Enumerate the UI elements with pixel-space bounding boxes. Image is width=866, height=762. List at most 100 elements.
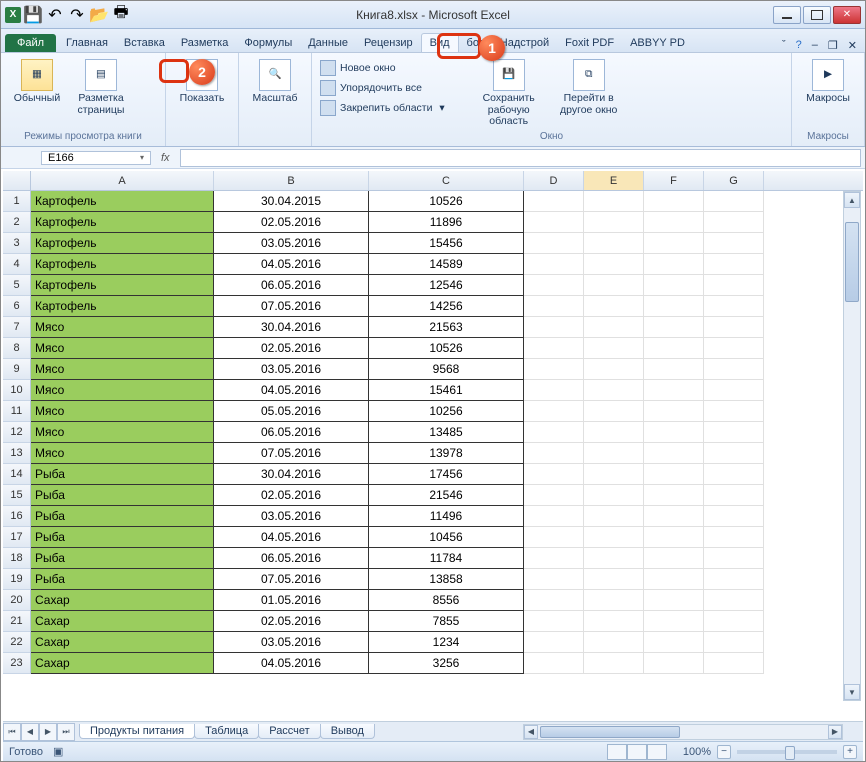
sheet-last-icon[interactable]: ⏭ bbox=[57, 723, 75, 741]
page-break-preview-icon[interactable] bbox=[139, 59, 159, 75]
cell[interactable]: Мясо bbox=[31, 443, 214, 464]
status-page-break-icon[interactable] bbox=[647, 744, 667, 760]
cell[interactable] bbox=[584, 233, 644, 254]
col-header-B[interactable]: B bbox=[214, 171, 369, 190]
custom-views-icon[interactable] bbox=[139, 79, 159, 95]
cell[interactable]: 10526 bbox=[369, 338, 524, 359]
cell[interactable] bbox=[524, 380, 584, 401]
tab-review[interactable]: Рецензир bbox=[356, 34, 421, 52]
row-header[interactable]: 22 bbox=[3, 632, 31, 653]
cell[interactable] bbox=[704, 569, 764, 590]
cell[interactable]: 3256 bbox=[369, 653, 524, 674]
cell[interactable]: Рыба bbox=[31, 527, 214, 548]
cell[interactable] bbox=[704, 443, 764, 464]
row-header[interactable]: 7 bbox=[3, 317, 31, 338]
cell[interactable] bbox=[644, 527, 704, 548]
freeze-panes-button[interactable]: Закрепить области ▾ bbox=[318, 99, 447, 117]
doc-minimize-icon[interactable]: – bbox=[812, 39, 818, 52]
cell[interactable] bbox=[644, 380, 704, 401]
cell[interactable] bbox=[584, 212, 644, 233]
vertical-scroll-thumb[interactable] bbox=[845, 222, 859, 302]
cell[interactable] bbox=[584, 401, 644, 422]
zoom-out-button[interactable]: − bbox=[717, 745, 731, 759]
cell[interactable] bbox=[644, 191, 704, 212]
cell[interactable] bbox=[584, 338, 644, 359]
cell[interactable] bbox=[704, 485, 764, 506]
cell[interactable] bbox=[644, 464, 704, 485]
scroll-up-icon[interactable]: ▲ bbox=[844, 192, 860, 208]
cell[interactable]: 04.05.2016 bbox=[214, 254, 369, 275]
col-header-G[interactable]: G bbox=[704, 171, 764, 190]
row-header[interactable]: 1 bbox=[3, 191, 31, 212]
qat-save-icon[interactable]: 💾 bbox=[23, 5, 43, 25]
cell[interactable]: 21563 bbox=[369, 317, 524, 338]
cell[interactable]: Рыба bbox=[31, 485, 214, 506]
cell[interactable]: 05.05.2016 bbox=[214, 401, 369, 422]
cell[interactable]: 06.05.2016 bbox=[214, 422, 369, 443]
cell[interactable] bbox=[524, 359, 584, 380]
cell[interactable] bbox=[644, 632, 704, 653]
cell[interactable]: 03.05.2016 bbox=[214, 359, 369, 380]
cell[interactable]: Мясо bbox=[31, 359, 214, 380]
row-header[interactable]: 3 bbox=[3, 233, 31, 254]
cell[interactable]: Мясо bbox=[31, 401, 214, 422]
cell[interactable] bbox=[704, 380, 764, 401]
cell[interactable] bbox=[524, 317, 584, 338]
cell[interactable] bbox=[704, 548, 764, 569]
qat-redo-icon[interactable]: ↷ bbox=[67, 5, 87, 25]
cell[interactable]: Мясо bbox=[31, 422, 214, 443]
cell[interactable] bbox=[584, 548, 644, 569]
row-header[interactable]: 18 bbox=[3, 548, 31, 569]
new-window-button[interactable]: Новое окно bbox=[318, 59, 447, 77]
scroll-right-icon[interactable]: ▶ bbox=[828, 725, 842, 739]
cell[interactable] bbox=[524, 506, 584, 527]
cell[interactable] bbox=[704, 653, 764, 674]
cell[interactable] bbox=[524, 191, 584, 212]
cell[interactable] bbox=[704, 632, 764, 653]
cell[interactable] bbox=[584, 590, 644, 611]
cell[interactable]: 04.05.2016 bbox=[214, 527, 369, 548]
cell[interactable]: Рыба bbox=[31, 548, 214, 569]
row-header[interactable]: 16 bbox=[3, 506, 31, 527]
close-button[interactable] bbox=[833, 6, 861, 24]
cell[interactable]: 30.04.2016 bbox=[214, 317, 369, 338]
macros-button[interactable]: ▶ Макросы bbox=[798, 59, 858, 105]
cell[interactable] bbox=[584, 611, 644, 632]
cell[interactable] bbox=[644, 359, 704, 380]
save-workspace-button[interactable]: 💾 Сохранить рабочую область bbox=[471, 59, 547, 128]
cell[interactable]: 01.05.2016 bbox=[214, 590, 369, 611]
cell[interactable]: Картофель bbox=[31, 191, 214, 212]
cell[interactable]: Сахар bbox=[31, 632, 214, 653]
cell[interactable]: 30.04.2015 bbox=[214, 191, 369, 212]
row-header[interactable]: 6 bbox=[3, 296, 31, 317]
cell[interactable]: 03.05.2016 bbox=[214, 233, 369, 254]
cell[interactable]: 06.05.2016 bbox=[214, 548, 369, 569]
formula-input[interactable] bbox=[180, 149, 861, 167]
cell[interactable]: 07.05.2016 bbox=[214, 296, 369, 317]
sheet-tab-4[interactable]: Вывод bbox=[320, 724, 375, 739]
cell[interactable]: 11784 bbox=[369, 548, 524, 569]
cell[interactable] bbox=[704, 611, 764, 632]
cell[interactable]: 14256 bbox=[369, 296, 524, 317]
cell[interactable] bbox=[704, 359, 764, 380]
col-header-C[interactable]: C bbox=[369, 171, 524, 190]
cell[interactable] bbox=[524, 653, 584, 674]
row-header[interactable]: 14 bbox=[3, 464, 31, 485]
name-box[interactable]: E166 bbox=[41, 151, 151, 165]
zoom-button[interactable]: 🔍 Масштаб bbox=[245, 59, 305, 105]
switch-windows-button[interactable]: ⧉ Перейти в другое окно bbox=[551, 59, 627, 116]
vertical-scrollbar[interactable]: ▲ ▼ bbox=[843, 191, 861, 701]
cell[interactable] bbox=[524, 527, 584, 548]
cell[interactable]: 10526 bbox=[369, 191, 524, 212]
cell[interactable] bbox=[704, 212, 764, 233]
cell[interactable] bbox=[584, 380, 644, 401]
cell[interactable] bbox=[584, 485, 644, 506]
row-header[interactable]: 17 bbox=[3, 527, 31, 548]
zoom-slider[interactable] bbox=[737, 750, 837, 754]
cell[interactable] bbox=[704, 191, 764, 212]
page-layout-button[interactable]: ▤ Разметка страницы bbox=[71, 59, 131, 116]
cell[interactable] bbox=[644, 569, 704, 590]
cell[interactable]: Картофель bbox=[31, 254, 214, 275]
tab-layout[interactable]: Разметка bbox=[173, 34, 237, 52]
cell[interactable]: 07.05.2016 bbox=[214, 443, 369, 464]
